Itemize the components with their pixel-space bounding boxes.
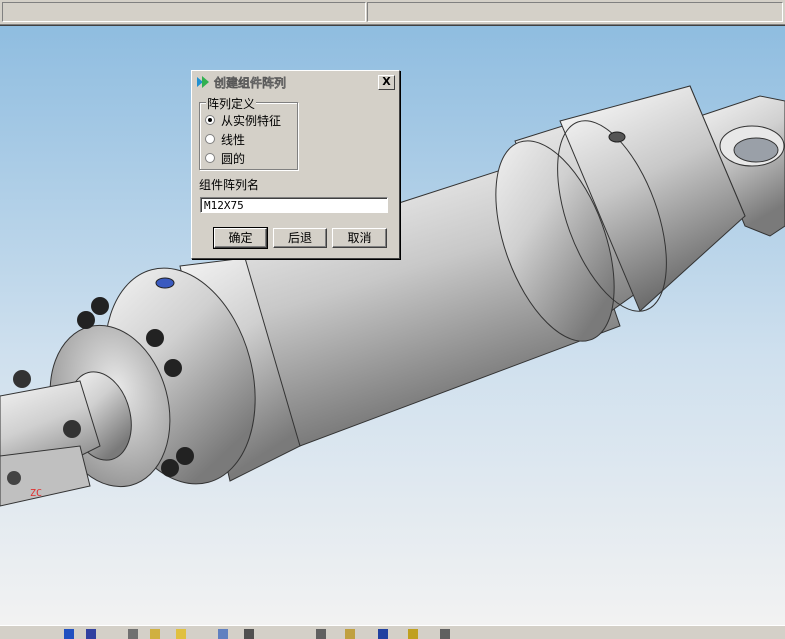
radio-indicator[interactable] <box>205 134 215 144</box>
app-logo-icon <box>197 76 209 88</box>
radio-from-instance-feature[interactable]: 从实例特征 <box>205 112 281 128</box>
bottom-toolbar <box>0 625 785 639</box>
radio-label: 线性 <box>221 132 246 147</box>
axis-label-zc: ZC <box>30 488 42 499</box>
status-field-right <box>367 2 783 22</box>
radio-indicator[interactable] <box>205 153 215 163</box>
back-button[interactable]: 后退 <box>273 228 327 248</box>
dialog-title: 创建组件阵列 <box>214 76 287 90</box>
array-name-input[interactable] <box>200 197 388 213</box>
dialog-title-bar[interactable]: 创建组件阵列 X <box>193 72 398 91</box>
top-status-bar <box>0 0 785 25</box>
radio-label: 从实例特征 <box>221 113 282 128</box>
array-definition-label: 阵列定义 <box>206 95 257 112</box>
radio-linear[interactable]: 线性 <box>205 131 245 147</box>
ok-button[interactable]: 确定 <box>213 227 268 249</box>
close-icon: X <box>382 75 391 88</box>
radio-circular[interactable]: 圆的 <box>205 150 245 166</box>
close-button[interactable]: X <box>378 75 395 90</box>
cancel-button[interactable]: 取消 <box>332 228 387 248</box>
create-component-array-dialog: 创建组件阵列 X 阵列定义 从实例特征 线性 圆的 组件阵列名 确定 后退 取消 <box>191 70 400 259</box>
status-field-left <box>2 2 366 22</box>
radio-label: 圆的 <box>221 151 246 166</box>
array-name-label: 组件阵列名 <box>199 178 260 192</box>
radio-indicator-selected[interactable] <box>205 115 215 125</box>
